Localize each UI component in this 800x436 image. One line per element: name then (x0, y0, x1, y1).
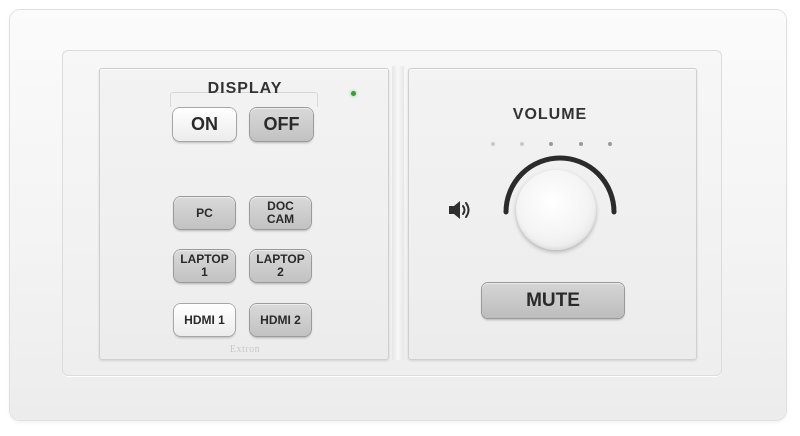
volume-level-dot (520, 142, 524, 146)
display-off-button[interactable]: OFF (250, 108, 313, 141)
source-laptop-2-button[interactable]: LAPTOP 2 (250, 250, 311, 282)
status-led (351, 91, 356, 96)
speaker-icon (449, 201, 470, 219)
source-hdmi-1-button[interactable]: HDMI 1 (174, 304, 235, 336)
panel-divider (392, 66, 404, 360)
volume-level-dot (549, 142, 553, 146)
display-on-button[interactable]: ON (173, 108, 236, 141)
volume-label: VOLUME (512, 106, 588, 123)
display-label: DISPLAY (207, 80, 283, 97)
brand-logo: Extron (229, 344, 261, 355)
volume-level-dot (579, 142, 583, 146)
volume-knob[interactable] (516, 170, 596, 250)
source-hdmi-2-button[interactable]: HDMI 2 (250, 304, 311, 336)
source-doc-cam-button[interactable]: DOC CAM (250, 197, 311, 229)
mute-button[interactable]: MUTE (482, 283, 624, 318)
volume-level-dot (608, 142, 612, 146)
source-laptop-1-button[interactable]: LAPTOP 1 (174, 250, 235, 282)
source-pc-button[interactable]: PC (174, 197, 235, 229)
display-source-panel (99, 68, 389, 360)
volume-level-dot (491, 142, 495, 146)
